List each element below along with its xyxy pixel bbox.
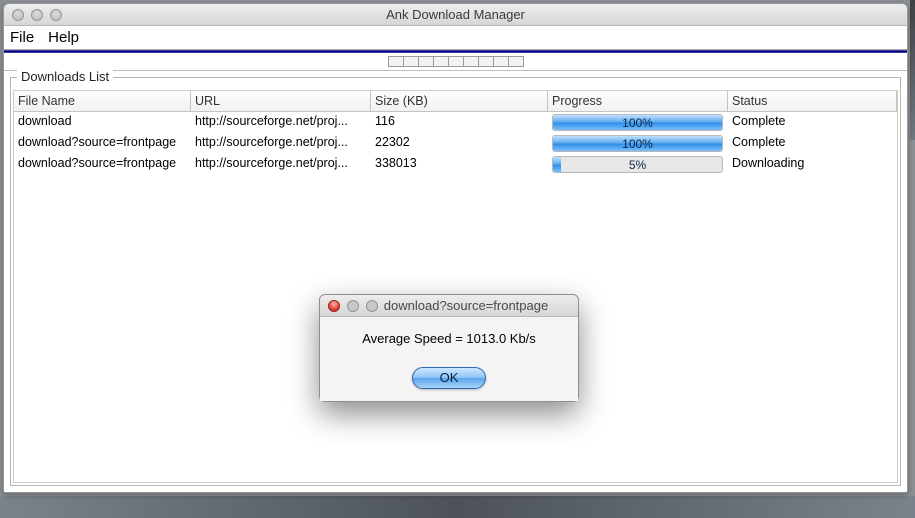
cell-progress: 100% xyxy=(548,133,728,154)
col-progress[interactable]: Progress xyxy=(548,91,728,112)
cell-progress: 100% xyxy=(548,112,728,133)
window-title: Ank Download Manager xyxy=(4,7,907,22)
cell-url: http://sourceforge.net/proj... xyxy=(191,133,371,154)
downloads-group-title: Downloads List xyxy=(17,69,113,84)
toolbar-button-7[interactable] xyxy=(478,56,494,67)
dialog-titlebar[interactable]: download?source=frontpage xyxy=(320,295,578,317)
progress-bar: 100% xyxy=(552,114,723,131)
toolbar-button-3[interactable] xyxy=(418,56,434,67)
titlebar[interactable]: Ank Download Manager xyxy=(4,4,907,26)
toolbar-button-4[interactable] xyxy=(433,56,449,67)
dialog-message: Average Speed = 1013.0 Kb/s xyxy=(362,331,536,346)
cell-size: 338013 xyxy=(371,154,548,175)
progress-label: 100% xyxy=(553,115,722,130)
downloads-group: Downloads List File Name URL Size (KB) P… xyxy=(10,77,901,486)
toolbar-button-2[interactable] xyxy=(403,56,419,67)
dialog-close-button[interactable] xyxy=(328,300,340,312)
menu-bar: File Help xyxy=(4,26,907,50)
menu-help[interactable]: Help xyxy=(48,29,79,46)
toolbar-buttons xyxy=(388,56,524,67)
progress-label: 100% xyxy=(553,136,722,151)
dialog-minimize-button[interactable] xyxy=(347,300,359,312)
progress-label: 5% xyxy=(553,157,722,172)
menu-file[interactable]: File xyxy=(10,29,34,46)
cell-url: http://sourceforge.net/proj... xyxy=(191,154,371,175)
cell-file: download?source=frontpage xyxy=(14,133,191,154)
table-row[interactable]: download http://sourceforge.net/proj... … xyxy=(14,112,897,133)
window-zoom-button[interactable] xyxy=(50,9,62,21)
cell-size: 22302 xyxy=(371,133,548,154)
toolbar-button-1[interactable] xyxy=(388,56,404,67)
progress-bar: 100% xyxy=(552,135,723,152)
cell-file: download xyxy=(14,112,191,133)
window-minimize-button[interactable] xyxy=(31,9,43,21)
toolbar-button-6[interactable] xyxy=(463,56,479,67)
cell-url: http://sourceforge.net/proj... xyxy=(191,112,371,133)
speed-dialog: download?source=frontpage Average Speed … xyxy=(319,294,579,402)
downloads-table: File Name URL Size (KB) Progress Status … xyxy=(13,90,898,483)
table-header-row: File Name URL Size (KB) Progress Status xyxy=(14,91,897,112)
table-row[interactable]: download?source=frontpage http://sourcef… xyxy=(14,154,897,175)
table-row[interactable]: download?source=frontpage http://sourcef… xyxy=(14,133,897,154)
toolbar-button-5[interactable] xyxy=(448,56,464,67)
col-file-name[interactable]: File Name xyxy=(14,91,191,112)
cell-progress: 5% xyxy=(548,154,728,175)
ok-button[interactable]: OK xyxy=(412,367,486,389)
col-url[interactable]: URL xyxy=(191,91,371,112)
main-window: Ank Download Manager File Help Downloads… xyxy=(3,3,908,493)
dialog-title: download?source=frontpage xyxy=(360,298,572,313)
toolbar xyxy=(4,53,907,71)
col-size[interactable]: Size (KB) xyxy=(371,91,548,112)
cell-status: Downloading xyxy=(728,154,897,175)
cell-file: download?source=frontpage xyxy=(14,154,191,175)
cell-status: Complete xyxy=(728,112,897,133)
progress-bar: 5% xyxy=(552,156,723,173)
toolbar-button-9[interactable] xyxy=(508,56,524,67)
cell-status: Complete xyxy=(728,133,897,154)
window-close-button[interactable] xyxy=(12,9,24,21)
col-status[interactable]: Status xyxy=(728,91,897,112)
toolbar-button-8[interactable] xyxy=(493,56,509,67)
cell-size: 116 xyxy=(371,112,548,133)
